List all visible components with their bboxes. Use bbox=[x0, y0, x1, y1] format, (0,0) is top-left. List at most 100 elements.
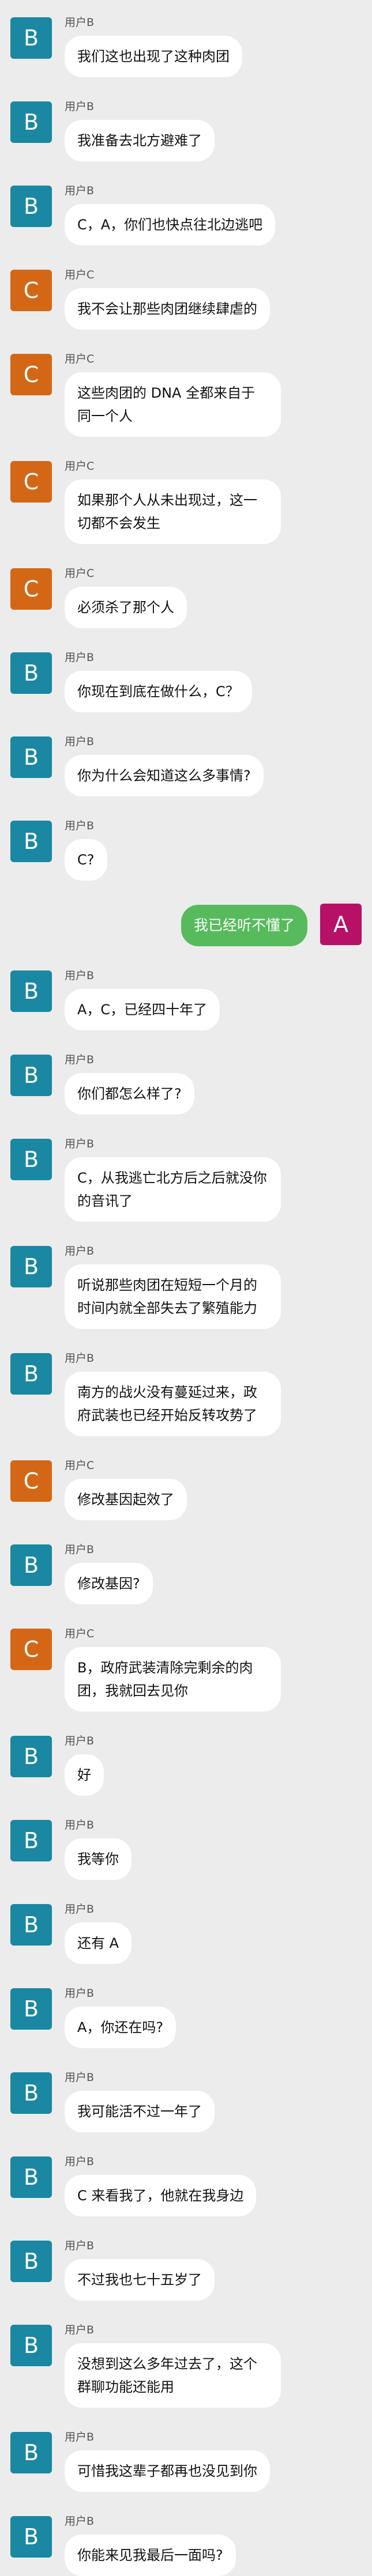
sender-name: 用户B bbox=[65, 100, 95, 113]
avatar[interactable]: B bbox=[10, 17, 52, 59]
avatar[interactable]: B bbox=[10, 821, 52, 862]
message-body: 用户B 我可能活不过一年了 bbox=[65, 2071, 215, 2132]
avatar[interactable]: C bbox=[10, 461, 52, 503]
avatar[interactable]: B bbox=[10, 736, 52, 778]
message-bubble[interactable]: C，从我逃亡北方后之后就没你的音讯了 bbox=[65, 1157, 281, 1222]
sender-name: 用户B bbox=[65, 1138, 95, 1150]
message-bubble[interactable]: 我们这也出现了这种肉团 bbox=[65, 36, 242, 77]
incoming-message: C 用户C 修改基因起效了 bbox=[0, 1459, 372, 1520]
avatar[interactable]: B bbox=[10, 1736, 52, 1777]
avatar[interactable]: B bbox=[10, 970, 52, 1012]
message-bubble[interactable]: 你能来见我最后一面吗? bbox=[65, 2535, 236, 2576]
sender-name: 用户B bbox=[65, 184, 95, 197]
message-bubble[interactable]: 修改基因? bbox=[65, 1563, 153, 1604]
avatar[interactable]: B bbox=[10, 1055, 52, 1096]
avatar[interactable]: C bbox=[10, 1460, 52, 1502]
message-bubble[interactable]: 必须杀了那个人 bbox=[65, 587, 187, 628]
message-body: 用户B 南方的战火没有蔓延过来，政府武装也已经开始反转攻势了 bbox=[65, 1352, 281, 1436]
sender-name: 用户C bbox=[65, 1627, 95, 1640]
incoming-message: C 用户C 我不会让那些肉团继续肆虐的 bbox=[0, 269, 372, 330]
incoming-message: C 用户C B，政府武装清除完剩余的肉团，我就回去见你 bbox=[0, 1627, 372, 1712]
avatar[interactable]: B bbox=[10, 2432, 52, 2473]
message-bubble[interactable]: 没想到这么多年过去了，这个群聊功能还能用 bbox=[65, 2343, 281, 2408]
message-bubble[interactable]: 我准备去北方避难了 bbox=[65, 120, 215, 161]
avatar[interactable]: B bbox=[10, 2325, 52, 2366]
avatar[interactable]: C bbox=[10, 1629, 52, 1670]
incoming-message: B 用户B C，A，你们也快点往北边逃吧 bbox=[0, 184, 372, 245]
avatar[interactable]: B bbox=[10, 1353, 52, 1395]
avatar[interactable]: B bbox=[10, 1820, 52, 1861]
sender-name: 用户B bbox=[65, 16, 95, 29]
message-body: 用户B 好 bbox=[65, 1735, 104, 1796]
message-bubble[interactable]: 这些肉团的 DNA 全都来自于同一个人 bbox=[65, 372, 281, 437]
avatar[interactable]: C bbox=[10, 354, 52, 395]
incoming-message: B 用户B A，C，已经四十年了 bbox=[0, 969, 372, 1030]
message-bubble[interactable]: 我已经听不懂了 bbox=[181, 905, 307, 946]
message-bubble[interactable]: 我等你 bbox=[65, 1838, 131, 1880]
avatar[interactable]: B bbox=[10, 1988, 52, 2030]
message-body: 用户B C，A，你们也快点往北边逃吧 bbox=[65, 184, 276, 245]
message-bubble[interactable]: 我不会让那些肉团继续肆虐的 bbox=[65, 288, 270, 330]
message-bubble[interactable]: B，政府武装清除完剩余的肉团，我就回去见你 bbox=[65, 1647, 281, 1712]
incoming-message: B 用户B 修改基因? bbox=[0, 1543, 372, 1604]
avatar[interactable]: B bbox=[10, 1544, 52, 1586]
message-bubble[interactable]: 你现在到底在做什么，C？ bbox=[65, 671, 252, 712]
message-bubble[interactable]: 南方的战火没有蔓延过来，政府武装也已经开始反转攻势了 bbox=[65, 1372, 281, 1436]
avatar[interactable]: B bbox=[10, 2072, 52, 2114]
message-body: 用户B 我准备去北方避难了 bbox=[65, 100, 215, 161]
message-bubble[interactable]: A，你还在吗? bbox=[65, 2007, 176, 2048]
message-bubble[interactable]: 你为什么会知道这么多事情? bbox=[65, 755, 264, 796]
avatar[interactable]: B bbox=[10, 101, 52, 143]
incoming-message: B 用户B C，从我逃亡北方后之后就没你的音讯了 bbox=[0, 1138, 372, 1222]
incoming-message: C 用户C 如果那个人从未出现过，这一切都不会发生 bbox=[0, 460, 372, 544]
message-body: 我已经听不懂了 bbox=[181, 904, 307, 946]
message-bubble[interactable]: A，C，已经四十年了 bbox=[65, 989, 220, 1030]
message-body: 用户B 你现在到底在做什么，C？ bbox=[65, 651, 252, 712]
avatar[interactable]: B bbox=[10, 2516, 52, 2558]
message-bubble[interactable]: 不过我也七十五岁了 bbox=[65, 2259, 215, 2301]
message-bubble[interactable]: C 来看我了，他就在我身边 bbox=[65, 2175, 257, 2216]
sender-name: 用户B bbox=[65, 1543, 95, 1556]
message-body: 用户B 不过我也七十五岁了 bbox=[65, 2239, 215, 2301]
message-bubble[interactable]: 可惜我这辈子都再也没见到你 bbox=[65, 2450, 270, 2492]
sender-name: 用户B bbox=[65, 1352, 95, 1365]
avatar[interactable]: B bbox=[10, 1139, 52, 1180]
message-body: 用户B 听说那些肉团在短短一个月的时间内就全部失去了繁殖能力 bbox=[65, 1245, 281, 1329]
avatar[interactable]: B bbox=[10, 652, 52, 694]
avatar[interactable]: B bbox=[10, 186, 52, 227]
message-bubble[interactable]: 我可能活不过一年了 bbox=[65, 2091, 215, 2132]
message-bubble[interactable]: C? bbox=[65, 839, 107, 881]
incoming-message: C 用户C 这些肉团的 DNA 全都来自于同一个人 bbox=[0, 353, 372, 437]
message-body: 用户B A，你还在吗? bbox=[65, 1987, 176, 2048]
avatar[interactable]: C bbox=[10, 568, 52, 610]
message-bubble[interactable]: C，A，你们也快点往北边逃吧 bbox=[65, 204, 276, 245]
sender-name: 用户B bbox=[65, 651, 95, 664]
message-body: 用户B C? bbox=[65, 819, 107, 881]
incoming-message: B 用户B 我等你 bbox=[0, 1819, 372, 1880]
message-bubble[interactable]: 如果那个人从未出现过，这一切都不会发生 bbox=[65, 479, 281, 544]
avatar[interactable]: A bbox=[320, 904, 362, 945]
message-body: 用户B 可惜我这辈子都再也没见到你 bbox=[65, 2431, 270, 2492]
message-bubble[interactable]: 你们都怎么样了? bbox=[65, 1073, 194, 1115]
sender-name: 用户C bbox=[65, 269, 95, 281]
incoming-message: B 用户B 好 bbox=[0, 1735, 372, 1796]
sender-name: 用户B bbox=[65, 1053, 95, 1066]
message-body: 用户C 这些肉团的 DNA 全都来自于同一个人 bbox=[65, 353, 281, 437]
incoming-message: B 用户B 你能来见我最后一面吗? bbox=[0, 2515, 372, 2576]
sender-name: 用户B bbox=[65, 969, 95, 982]
avatar[interactable]: B bbox=[10, 1904, 52, 1946]
message-body: 用户B 修改基因? bbox=[65, 1543, 153, 1604]
outgoing-message: A 我已经听不懂了 bbox=[0, 904, 372, 946]
message-bubble[interactable]: 好 bbox=[65, 1754, 104, 1796]
message-body: 用户C 我不会让那些肉团继续肆虐的 bbox=[65, 269, 270, 330]
avatar[interactable]: C bbox=[10, 270, 52, 311]
message-bubble[interactable]: 听说那些肉团在短短一个月的时间内就全部失去了繁殖能力 bbox=[65, 1264, 281, 1329]
avatar[interactable]: B bbox=[10, 2156, 52, 2198]
avatar[interactable]: B bbox=[10, 1246, 52, 1287]
message-body: 用户B 你为什么会知道这么多事情? bbox=[65, 735, 264, 796]
message-bubble[interactable]: 修改基因起效了 bbox=[65, 1479, 187, 1520]
message-bubble[interactable]: 还有 A bbox=[65, 1922, 132, 1964]
incoming-message: B 用户B 你们都怎么样了? bbox=[0, 1053, 372, 1115]
message-body: 用户B 我们这也出现了这种肉团 bbox=[65, 16, 242, 77]
avatar[interactable]: B bbox=[10, 2241, 52, 2282]
